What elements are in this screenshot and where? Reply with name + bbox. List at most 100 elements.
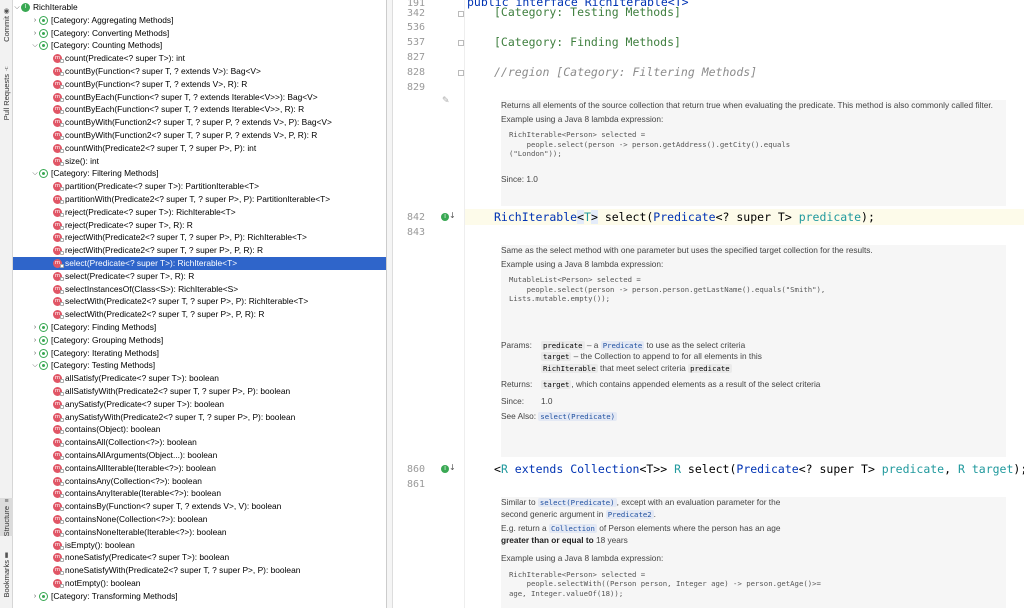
pull-requests-tab[interactable]: ⑂ Pull Requests: [0, 66, 13, 120]
method-node[interactable]: m noneSatisfy(Predicate<? super T>): bool…: [13, 551, 386, 564]
method-node[interactable]: m anySatisfy(Predicate<? super T>): boole…: [13, 398, 386, 411]
method-node[interactable]: m partition(Predicate<? super T>): Partit…: [13, 180, 386, 193]
chevron-right-icon[interactable]: ›: [31, 321, 39, 334]
doc-code-example: MutableList<Person> selected = people.se…: [509, 275, 826, 303]
method-node[interactable]: m rejectWith(Predicate2<? super T, ? supe…: [13, 244, 386, 257]
method-node[interactable]: m selectWith(Predicate2<? super T, ? supe…: [13, 308, 386, 321]
commit-tab[interactable]: ◉ Commit: [0, 8, 13, 42]
method-node[interactable]: m count(Predicate<? super T>): int: [13, 52, 386, 65]
class-node[interactable]: ⌵ I RichIterable: [13, 1, 386, 14]
bookmarks-tab[interactable]: ▮ Bookmarks: [0, 552, 13, 598]
method-node[interactable]: m selectWith(Predicate2<? super T, ? supe…: [13, 295, 386, 308]
method-node[interactable]: m containsAllIterable(Iterable<?>): boole…: [13, 462, 386, 475]
method-node[interactable]: m containsAnyIterable(Iterable<?>): boole…: [13, 487, 386, 500]
category-node[interactable]: › [Category: Aggregating Methods]: [13, 14, 386, 27]
tree-node-label: rejectWith(Predicate2<? super T, ? super…: [65, 245, 263, 256]
tree-node-label: RichIterable: [33, 2, 78, 12]
implemented-icon[interactable]: I: [441, 213, 449, 221]
tree-node-label: containsAllArguments(Object...): boolean: [65, 450, 218, 460]
method-node[interactable]: m contains(Object): boolean: [13, 423, 386, 436]
method-node[interactable]: m countByEach(Function<? super T, ? exten…: [13, 103, 386, 116]
method-node[interactable]: m containsAll(Collection<?>): boolean: [13, 436, 386, 449]
code-editor[interactable]: 191 342 536 537 827 828 829 842 843 860 …: [393, 0, 1024, 608]
chevron-right-icon[interactable]: ›: [31, 334, 39, 347]
method-node[interactable]: m size(): int: [13, 155, 386, 168]
chevron-right-icon[interactable]: ›: [31, 27, 39, 40]
structure-tab-label: Structure: [2, 506, 11, 537]
structure-tab[interactable]: ≡ Structure: [0, 498, 13, 537]
chevron-down-icon[interactable]: ⌵: [31, 39, 39, 52]
panel-splitter[interactable]: [386, 0, 393, 608]
overridden-arrow-icon[interactable]: ↓: [449, 463, 456, 473]
chevron-down-icon[interactable]: ⌵: [13, 1, 21, 14]
link-chip[interactable]: Collection: [548, 524, 597, 533]
pull-requests-tab-label: Pull Requests: [2, 74, 11, 121]
method-node[interactable]: m notEmpty(): boolean: [13, 577, 386, 590]
category-node[interactable]: › [Category: Transforming Methods]: [13, 590, 386, 603]
tree-node-label: anySatisfyWith(Predicate2<? super T, ? s…: [65, 411, 296, 422]
link-chip[interactable]: select(Predicate): [537, 498, 617, 507]
method-node[interactable]: m isEmpty(): boolean: [13, 539, 386, 552]
tree-node-label: [Category: Iterating Methods]: [51, 347, 159, 358]
method-node[interactable]: m partitionWith(Predicate2<? super T, ? s…: [13, 193, 386, 206]
fold-marker-icon[interactable]: [458, 70, 464, 76]
method-node[interactable]: m countBy(Function<? super T, ? extends V…: [13, 78, 386, 91]
method-node[interactable]: m containsAllArguments(Object...): boolea…: [13, 449, 386, 462]
fold-marker-icon[interactable]: [458, 40, 464, 46]
tree-node-label: selectWith(Predicate2<? super T, ? super…: [65, 296, 309, 307]
link-chip[interactable]: Predicate2: [605, 509, 654, 519]
method-node[interactable]: m select(Predicate<? super T>): RichItera…: [13, 257, 386, 270]
category-node[interactable]: ⌵ [Category: Testing Methods]: [13, 359, 386, 372]
method-node[interactable]: m countByWith(Function2<? super T, ? supe…: [13, 116, 386, 129]
chevron-down-icon[interactable]: ⌵: [31, 359, 39, 372]
chevron-right-icon[interactable]: ›: [31, 14, 39, 27]
line-number: 829: [406, 82, 425, 93]
fold-marker-icon[interactable]: [458, 11, 464, 17]
edit-pencil-icon[interactable]: ✎: [442, 96, 450, 106]
doc-params: Params: predicate – a Predicate to use a…: [501, 340, 1006, 375]
method-node[interactable]: m noneSatisfyWith(Predicate2<? super T, ?…: [13, 564, 386, 577]
category-node[interactable]: ⌵ [Category: Counting Methods]: [13, 39, 386, 52]
chevron-right-icon[interactable]: ›: [31, 347, 39, 360]
method-signature-842[interactable]: RichIterable<T> select(Predicate<? super…: [494, 210, 875, 225]
method-node[interactable]: m select(Predicate<? super T>, R): R: [13, 270, 386, 283]
overridden-arrow-icon[interactable]: ↓: [449, 211, 456, 221]
implemented-icon[interactable]: I: [441, 465, 449, 473]
chevron-right-icon[interactable]: ›: [31, 590, 39, 603]
folded-region-testing[interactable]: [Category: Testing Methods]: [494, 5, 681, 20]
method-node[interactable]: m countWith(Predicate2<? super T, ? super…: [13, 142, 386, 155]
category-node[interactable]: › [Category: Iterating Methods]: [13, 347, 386, 360]
method-node[interactable]: m anySatisfyWith(Predicate2<? super T, ? …: [13, 411, 386, 424]
generic-bracket: >: [590, 210, 598, 224]
structure-tree[interactable]: ⌵ I RichIterable › [Category: Aggregating Me…: [13, 0, 386, 608]
method-node[interactable]: m countByWith(Function2<? super T, ? supe…: [13, 129, 386, 142]
method-node[interactable]: m countBy(Function<? super T, ? extends V…: [13, 65, 386, 78]
public-visibility-icon: [60, 161, 64, 166]
see-also-link[interactable]: select(Predicate): [538, 412, 618, 421]
method-signature-860[interactable]: <R extends Collection<T>> R select(Predi…: [494, 462, 1024, 477]
category-node[interactable]: › [Category: Finding Methods]: [13, 321, 386, 334]
method-node[interactable]: m countByEach(Function<? super T, ? exten…: [13, 91, 386, 104]
method-node[interactable]: m containsNoneIterable(Iterable<?>): bool…: [13, 526, 386, 539]
method-node[interactable]: m containsBy(Function<? super T, ? extend…: [13, 500, 386, 513]
public-visibility-icon: [60, 123, 64, 128]
method-node[interactable]: m containsAny(Collection<?>): boolean: [13, 475, 386, 488]
category-node[interactable]: › [Category: Converting Methods]: [13, 27, 386, 40]
category-node[interactable]: › [Category: Grouping Methods]: [13, 334, 386, 347]
returns-label: Returns:: [501, 379, 533, 389]
method-node[interactable]: m reject(Predicate<? super T>, R): R: [13, 219, 386, 232]
method-node[interactable]: m allSatisfyWith(Predicate2<? super T, ? …: [13, 385, 386, 398]
method-node[interactable]: m allSatisfy(Predicate<? super T>): boole…: [13, 372, 386, 385]
folded-region-finding[interactable]: [Category: Finding Methods]: [494, 35, 681, 50]
method-node[interactable]: m selectInstancesOf(Class<S>): RichIterab…: [13, 283, 386, 296]
method-node[interactable]: m containsNone(Collection<?>): boolean: [13, 513, 386, 526]
method-node[interactable]: m reject(Predicate<? super T>): RichItera…: [13, 206, 386, 219]
tree-node-label: countBy(Function<? super T, ? extends V>…: [65, 66, 261, 76]
chevron-down-icon[interactable]: ⌵: [31, 167, 39, 180]
editor-gutter: 191 342 536 537 827 828 829 842 843 860 …: [393, 0, 465, 608]
category-node[interactable]: ⌵ [Category: Filtering Methods]: [13, 167, 386, 180]
tree-node-label: containsAll(Collection<?>): boolean: [65, 437, 197, 448]
tree-node-label: count(Predicate<? super T>): int: [65, 53, 185, 64]
link-chip[interactable]: Predicate: [600, 340, 645, 350]
method-node[interactable]: m rejectWith(Predicate2<? super T, ? supe…: [13, 231, 386, 244]
